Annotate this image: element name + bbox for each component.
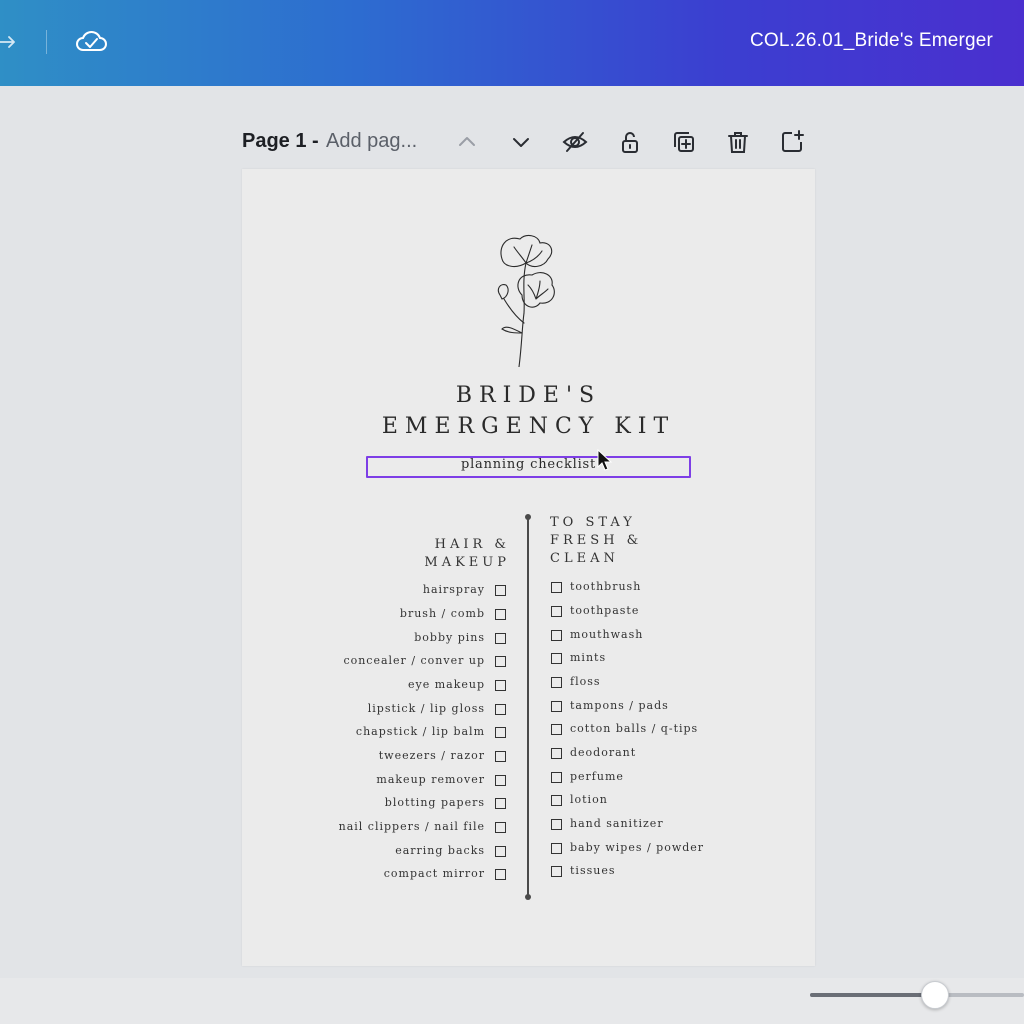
list-item[interactable]: perfume [570, 770, 624, 784]
left-heading-line-1: HAIR & [434, 537, 510, 552]
list-item[interactable]: makeup remover [376, 773, 485, 787]
list-item[interactable]: mints [570, 651, 606, 665]
checkbox[interactable] [495, 846, 506, 857]
checkbox[interactable] [551, 701, 562, 712]
checkbox[interactable] [551, 843, 562, 854]
page-toolbar: Page 1 - Add pag... [242, 126, 822, 158]
checkbox[interactable] [551, 653, 562, 664]
checkbox[interactable] [551, 748, 562, 759]
list-item[interactable]: earring backs [395, 844, 485, 858]
chevron-up-icon[interactable] [453, 128, 481, 156]
document-title[interactable]: COL.26.01_Bride's Emerger [750, 30, 993, 52]
list-item[interactable]: concealer / conver up [343, 654, 485, 668]
page-label: Page 1 - [242, 130, 319, 152]
lock-icon[interactable] [616, 128, 644, 156]
cloud-saved-icon[interactable] [74, 26, 108, 56]
selected-text-box[interactable]: planning checklist [366, 456, 691, 478]
checkbox[interactable] [551, 819, 562, 830]
add-page-title-input[interactable]: Add pag... [326, 130, 417, 153]
list-item[interactable]: tissues [570, 864, 615, 878]
zoom-slider-fill [810, 993, 935, 997]
checkbox[interactable] [495, 751, 506, 762]
list-item[interactable]: cotton balls / q-tips [570, 722, 698, 736]
list-item[interactable]: toothbrush [570, 580, 641, 594]
column-divider [525, 514, 531, 900]
checkbox[interactable] [551, 677, 562, 688]
bottom-bar [0, 978, 1024, 1024]
list-item[interactable]: baby wipes / powder [570, 841, 704, 855]
zoom-slider-thumb[interactable] [921, 981, 949, 1009]
checkbox[interactable] [551, 866, 562, 877]
checkbox[interactable] [495, 609, 506, 620]
right-heading-line-2: FRESH & [550, 533, 643, 548]
list-item[interactable]: chapstick / lip balm [356, 725, 485, 739]
flower-illustration[interactable] [492, 233, 567, 368]
list-item[interactable]: blotting papers [385, 796, 485, 810]
list-item[interactable]: toothpaste [570, 604, 639, 618]
redo-icon[interactable] [0, 28, 20, 52]
trash-icon[interactable] [724, 128, 752, 156]
list-item[interactable]: tampons / pads [570, 699, 669, 713]
checkbox[interactable] [551, 606, 562, 617]
list-item[interactable]: tweezers / razor [379, 749, 485, 763]
checkbox[interactable] [551, 795, 562, 806]
list-item[interactable]: mouthwash [570, 628, 643, 642]
checkbox[interactable] [495, 798, 506, 809]
mouse-pointer-icon [597, 448, 613, 473]
add-page-icon[interactable] [778, 128, 806, 156]
checkbox[interactable] [495, 680, 506, 691]
list-item[interactable]: eye makeup [408, 678, 485, 692]
hide-eye-icon[interactable] [561, 128, 589, 156]
subtitle-text[interactable]: planning checklist [368, 457, 689, 472]
checkbox[interactable] [495, 822, 506, 833]
checkbox[interactable] [495, 775, 506, 786]
checkbox[interactable] [551, 772, 562, 783]
right-heading-line-3: CLEAN [550, 551, 619, 566]
left-column-heading[interactable]: HAIR & MAKEUP [424, 536, 510, 572]
checkbox[interactable] [495, 656, 506, 667]
chevron-down-icon[interactable] [507, 128, 535, 156]
checkbox[interactable] [495, 585, 506, 596]
checkbox[interactable] [551, 630, 562, 641]
list-item[interactable]: lotion [570, 793, 608, 807]
checkbox[interactable] [495, 727, 506, 738]
right-heading-line-1: TO STAY [550, 515, 636, 530]
title-line-2[interactable]: EMERGENCY KIT [242, 414, 815, 439]
design-page[interactable]: BRIDE'S EMERGENCY KIT planning checklist… [242, 169, 815, 966]
title-line-1[interactable]: BRIDE'S [242, 383, 815, 408]
left-heading-line-2: MAKEUP [424, 555, 510, 570]
duplicate-page-icon[interactable] [670, 128, 698, 156]
checkbox[interactable] [551, 582, 562, 593]
zoom-slider-track[interactable] [810, 993, 1024, 997]
list-item[interactable]: lipstick / lip gloss [368, 702, 485, 716]
checkbox[interactable] [495, 633, 506, 644]
checkbox[interactable] [495, 869, 506, 880]
list-item[interactable]: compact mirror [384, 867, 485, 881]
editor-header: COL.26.01_Bride's Emerger [0, 0, 1024, 86]
list-item[interactable]: hairspray [423, 583, 485, 597]
list-item[interactable]: bobby pins [414, 631, 485, 645]
list-item[interactable]: nail clippers / nail file [339, 820, 485, 834]
checkbox[interactable] [495, 704, 506, 715]
checkbox[interactable] [551, 724, 562, 735]
list-item[interactable]: floss [570, 675, 601, 689]
list-item[interactable]: brush / comb [400, 607, 485, 621]
header-divider [46, 30, 47, 54]
list-item[interactable]: deodorant [570, 746, 636, 760]
right-column-heading[interactable]: TO STAY FRESH & CLEAN [550, 514, 642, 568]
list-item[interactable]: hand sanitizer [570, 817, 664, 831]
